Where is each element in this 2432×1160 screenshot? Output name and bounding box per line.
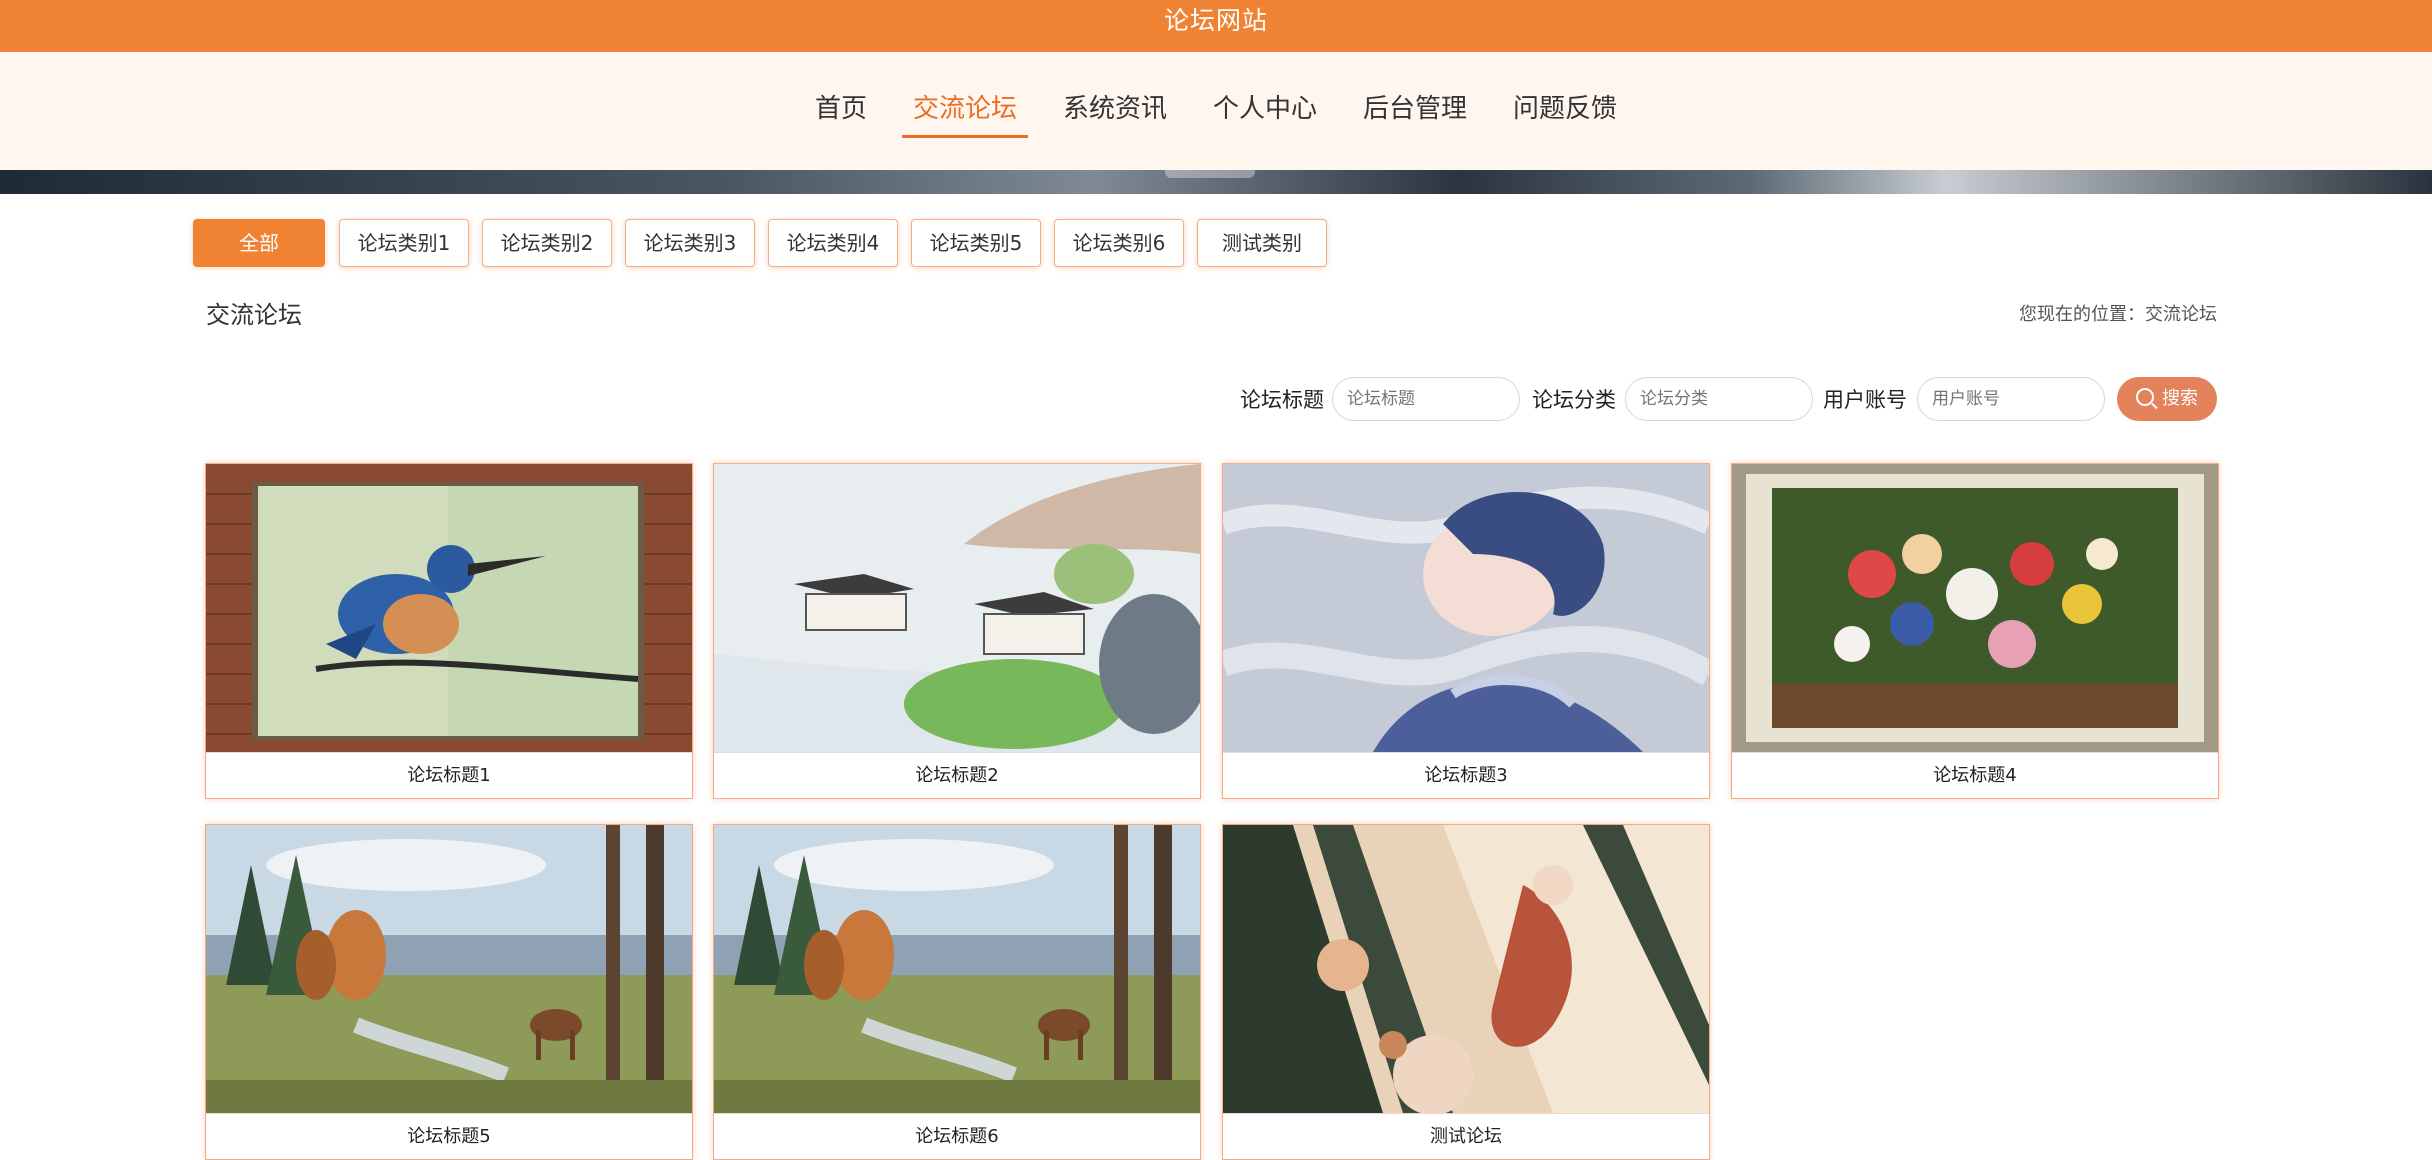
breadcrumb-current[interactable]: 交流论坛 [2145, 304, 2217, 325]
nav-item-profile[interactable]: 个人中心 [1202, 92, 1328, 134]
search-button-label: 搜索 [2162, 388, 2198, 409]
category-button[interactable]: 论坛类别2 [482, 219, 612, 267]
site-title: 论坛网站 [1163, 6, 1268, 35]
flower-still-life-image [1732, 464, 2218, 752]
category-search-label: 论坛分类 [1532, 388, 1616, 412]
site-header: 论坛网站 [0, 0, 2432, 52]
post-title: 论坛标题6 [714, 1113, 1200, 1159]
page-title: 交流论坛 [206, 301, 302, 329]
post-card[interactable]: 论坛标题2 [713, 463, 1201, 799]
kingfisher-painting-image [206, 464, 692, 752]
post-card[interactable]: 论坛标题1 [205, 463, 693, 799]
category-button[interactable]: 论坛类别1 [339, 219, 469, 267]
title-search-input[interactable] [1332, 377, 1520, 421]
post-title: 论坛标题2 [714, 752, 1200, 798]
search-icon [2136, 388, 2154, 406]
carousel-indicator[interactable] [1165, 170, 1255, 178]
title-search-label: 论坛标题 [1240, 388, 1324, 412]
anime-boy-portrait-image [1223, 464, 1709, 752]
category-search-input[interactable] [1625, 377, 1813, 421]
main-nav: 首页 交流论坛 系统资讯 个人中心 后台管理 问题反馈 [0, 52, 2432, 170]
category-button[interactable]: 论坛类别6 [1054, 219, 1184, 267]
user-search-label: 用户账号 [1823, 388, 1907, 412]
post-title: 测试论坛 [1223, 1113, 1709, 1159]
category-all-button[interactable]: 全部 [193, 219, 325, 267]
category-button[interactable]: 论坛类别4 [768, 219, 898, 267]
nav-item-news[interactable]: 系统资讯 [1052, 92, 1178, 134]
post-card[interactable]: 论坛标题5 [205, 824, 693, 1160]
post-card[interactable]: 测试论坛 [1222, 824, 1710, 1160]
nav-item-forum[interactable]: 交流论坛 [901, 92, 1029, 138]
breadcrumb-prefix: 您现在的位置： [2019, 304, 2145, 325]
category-button[interactable]: 论坛类别5 [911, 219, 1041, 267]
post-title: 论坛标题5 [206, 1113, 692, 1159]
category-button[interactable]: 论坛类别3 [625, 219, 755, 267]
chinese-landscape-painting-image [714, 464, 1200, 752]
forest-deer-painting-image [206, 825, 692, 1113]
nav-item-home[interactable]: 首页 [804, 92, 878, 134]
user-search-input[interactable] [1917, 377, 2105, 421]
banner-carousel [0, 170, 2432, 194]
nav-item-admin[interactable]: 后台管理 [1352, 92, 1478, 134]
post-title: 论坛标题3 [1223, 752, 1709, 798]
forest-deer-painting-image [714, 825, 1200, 1113]
breadcrumb: 您现在的位置：交流论坛 [2019, 300, 2217, 326]
search-button[interactable]: 搜索 [2117, 377, 2217, 421]
post-card[interactable]: 论坛标题4 [1731, 463, 2219, 799]
nav-item-feedback[interactable]: 问题反馈 [1502, 92, 1628, 134]
category-button[interactable]: 测试类别 [1197, 219, 1327, 267]
post-title: 论坛标题4 [1732, 752, 2218, 798]
post-title: 论坛标题1 [206, 752, 692, 798]
post-card[interactable]: 论坛标题6 [713, 824, 1201, 1160]
anime-girl-illustration-image [1223, 825, 1709, 1113]
post-card[interactable]: 论坛标题3 [1222, 463, 1710, 799]
